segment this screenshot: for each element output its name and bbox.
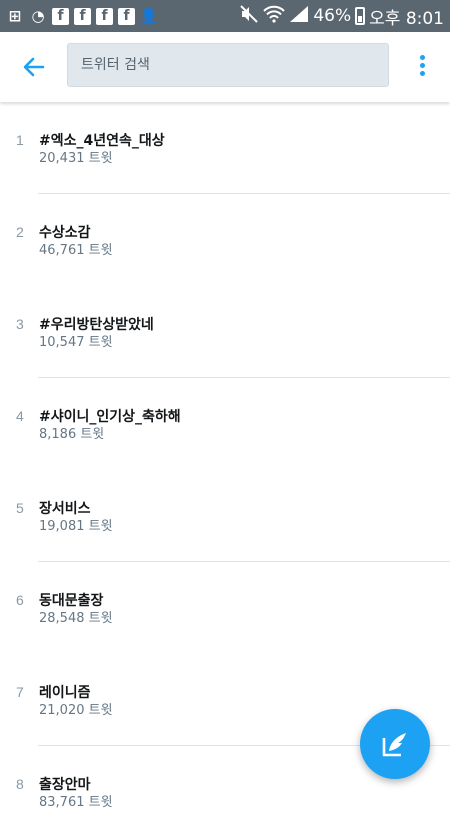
facebook-icon: f <box>96 7 113 25</box>
back-button[interactable] <box>18 52 50 82</box>
trend-tweet-count: 28,548 트윗 <box>39 611 113 626</box>
facebook-icon: f <box>52 7 69 25</box>
battery-percent: 46% <box>313 6 352 26</box>
trend-rank: 4 <box>16 408 24 424</box>
clock: 오후 8:01 <box>369 8 444 29</box>
arrow-left-icon <box>23 57 45 77</box>
search-input[interactable]: 트위터 검색 <box>67 43 389 87</box>
more-vertical-icon-dot <box>419 63 425 68</box>
trend-item[interactable]: 3 #우리방탄상받았네 10,547 트윗 <box>0 286 450 378</box>
more-vertical-icon <box>419 55 425 60</box>
trend-item[interactable]: 6 동대문출장 28,548 트윗 <box>0 562 450 654</box>
trend-rank: 7 <box>16 684 24 700</box>
trend-item[interactable]: 5 장서비스 19,081 트윗 <box>0 470 450 562</box>
trend-rank: 1 <box>16 132 24 148</box>
trend-tweet-count: 20,431 트윗 <box>39 151 113 166</box>
facebook-icon: f <box>118 7 135 25</box>
compose-tweet-icon <box>382 733 406 757</box>
wifi-icon <box>263 5 286 28</box>
trend-item[interactable]: 2 수상소감 46,761 트윗 <box>0 194 450 286</box>
signal-icon <box>289 5 309 28</box>
trend-rank: 5 <box>16 500 24 516</box>
trend-rank: 2 <box>16 224 24 240</box>
status-bar: ⊞ ◔ f f f f 👤 46% 오후 8:01 <box>0 0 450 32</box>
add-person-icon: 👤 <box>139 6 159 25</box>
more-options-button[interactable] <box>410 52 434 82</box>
trend-rank: 8 <box>16 776 24 792</box>
record-icon: ◔ <box>31 6 45 25</box>
trend-rank: 6 <box>16 592 24 608</box>
more-vertical-icon-dot <box>419 71 425 76</box>
trend-tweet-count: 19,081 트윗 <box>39 519 113 534</box>
trend-rank: 3 <box>16 316 24 332</box>
mute-icon <box>239 4 259 28</box>
compose-tweet-button[interactable] <box>360 709 430 779</box>
trend-item[interactable]: 1 #엑소_4년연속_대상 20,431 트윗 <box>0 102 450 194</box>
status-bar-notifications: ⊞ ◔ f f f f 👤 <box>6 7 158 25</box>
trend-tweet-count: 21,020 트윗 <box>39 703 113 718</box>
facebook-icon: f <box>74 7 91 25</box>
app-bar: 트위터 검색 <box>0 32 450 102</box>
add-box-icon: ⊞ <box>8 6 22 25</box>
trend-item[interactable]: 4 #샤이니_인기상_축하해 8,186 트윗 <box>0 378 450 470</box>
status-bar-system: 46% 오후 8:01 <box>239 4 444 29</box>
trend-tweet-count: 8,186 트윗 <box>39 427 105 442</box>
trend-tweet-count: 10,547 트윗 <box>39 335 113 350</box>
trend-tweet-count: 46,761 트윗 <box>39 243 113 258</box>
trend-tweet-count: 83,761 트윗 <box>39 795 113 810</box>
battery-charging-icon <box>355 7 366 25</box>
